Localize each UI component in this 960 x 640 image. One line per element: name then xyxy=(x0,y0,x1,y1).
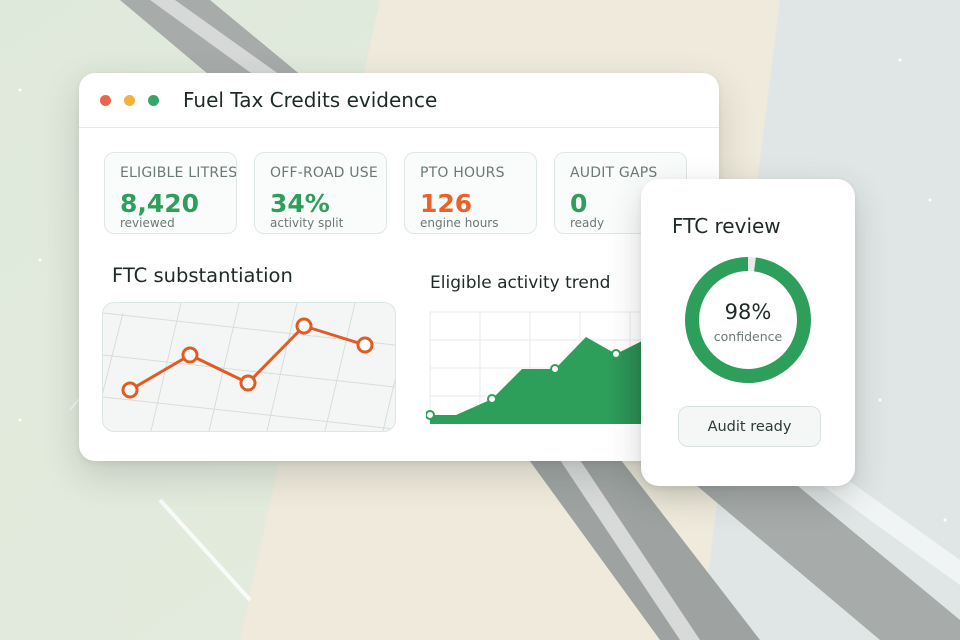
line-point xyxy=(356,336,374,354)
line-point xyxy=(295,317,313,335)
line-point xyxy=(121,381,139,399)
substantiation-chart-panel xyxy=(102,302,396,432)
area-point xyxy=(487,394,497,404)
kpi-subtext: activity split xyxy=(270,216,344,230)
audit-ready-button[interactable]: Audit ready xyxy=(678,406,821,447)
kpi-subtext: engine hours xyxy=(420,216,499,230)
area-point xyxy=(550,364,560,374)
minimize-window-button[interactable] xyxy=(124,95,135,106)
confidence-label: confidence xyxy=(713,329,783,344)
kpi-value: 126 xyxy=(420,189,473,218)
kpi-card-eligible-litres: ELIGIBLE LITRES 8,420 reviewed xyxy=(104,152,237,234)
window-title: Fuel Tax Credits evidence xyxy=(183,88,438,112)
kpi-subtext: reviewed xyxy=(120,216,175,230)
substantiation-line-chart xyxy=(103,303,395,431)
substantiation-title: FTC substantiation xyxy=(112,264,293,287)
trend-title: Eligible activity trend xyxy=(430,273,611,293)
kpi-label: OFF-ROAD USE xyxy=(270,165,378,181)
kpi-value: 8,420 xyxy=(120,189,200,218)
ftc-evidence-window: Fuel Tax Credits evidence ELIGIBLE LITRE… xyxy=(79,73,719,461)
maximize-window-button[interactable] xyxy=(148,95,159,106)
confidence-percent: 98% xyxy=(724,300,772,324)
kpi-card-pto-hours: PTO HOURS 126 engine hours xyxy=(404,152,537,234)
area-point xyxy=(611,349,621,359)
kpi-label: ELIGIBLE LITRES xyxy=(120,165,237,181)
kpi-value: 34% xyxy=(270,189,330,218)
kpi-label: AUDIT GAPS xyxy=(570,165,658,181)
kpi-card-off-road-use: OFF-ROAD USE 34% activity split xyxy=(254,152,387,234)
close-window-button[interactable] xyxy=(100,95,111,106)
kpi-label: PTO HOURS xyxy=(420,165,505,181)
line-point xyxy=(181,346,199,364)
kpi-subtext: ready xyxy=(570,216,605,230)
kpi-value: 0 xyxy=(570,189,588,218)
line-point xyxy=(239,374,257,392)
area-point xyxy=(426,410,435,420)
window-titlebar: Fuel Tax Credits evidence xyxy=(79,73,719,128)
ftc-review-card: FTC review 98% confidence Audit ready xyxy=(641,179,855,486)
review-title: FTC review xyxy=(672,214,781,238)
